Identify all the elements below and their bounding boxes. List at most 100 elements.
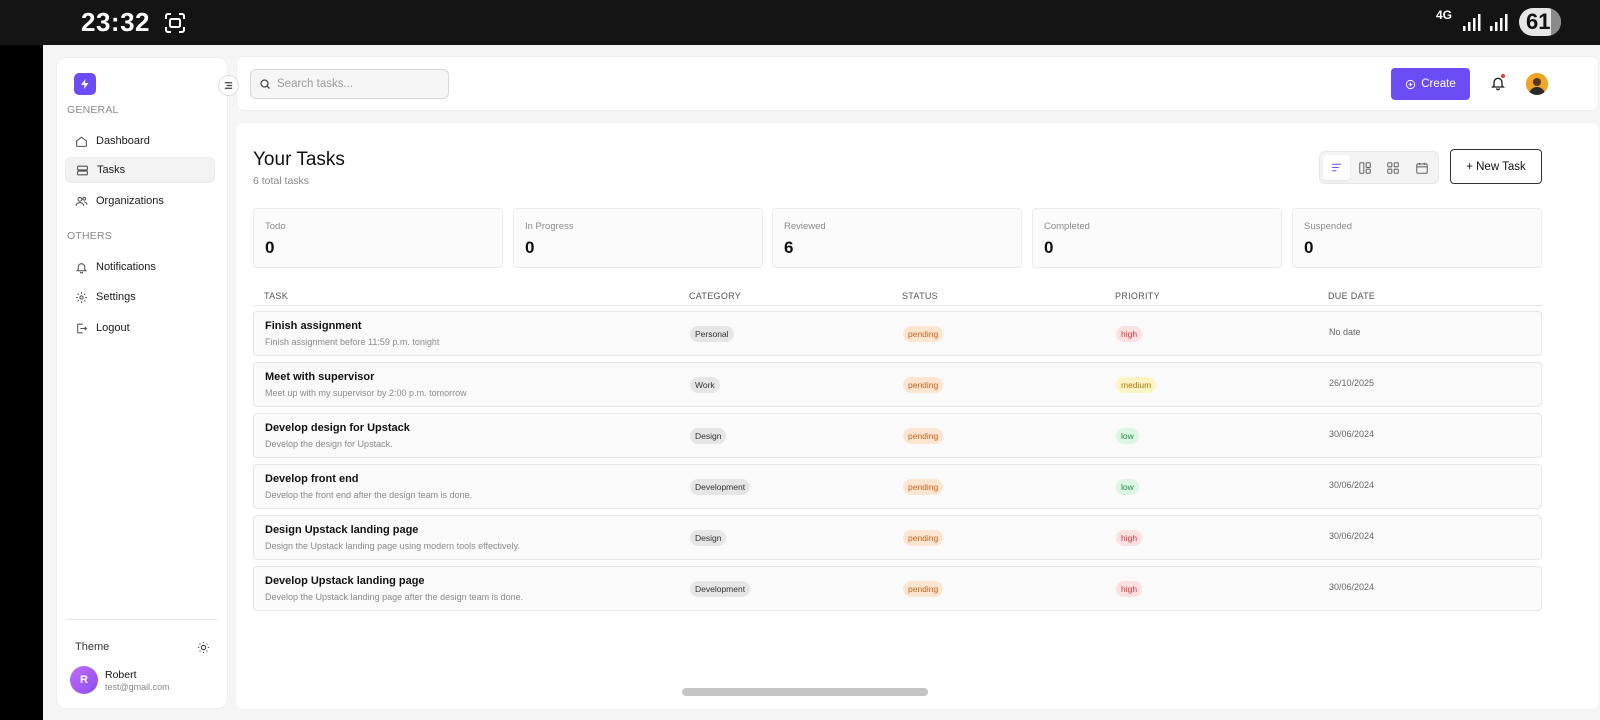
table-row[interactable]: Design Upstack landing page Design the U… xyxy=(253,515,1542,560)
stat-value: 6 xyxy=(784,238,794,257)
column-header-task: TASK xyxy=(264,291,289,301)
main-content: Your Tasks 6 total tasks + New Task Todo… xyxy=(236,123,1599,709)
battery-level: 61 xyxy=(1526,9,1551,34)
due-date: No date xyxy=(1329,327,1361,337)
signal-icon xyxy=(1463,14,1481,31)
new-task-button[interactable]: + New Task xyxy=(1450,149,1542,184)
sun-icon[interactable] xyxy=(197,641,210,654)
stat-card-todo: Todo 0 xyxy=(253,208,503,268)
sidebar-item-logout[interactable]: Logout xyxy=(65,315,215,341)
user-avatar[interactable]: R xyxy=(70,666,98,694)
status-badge: pending xyxy=(903,581,944,597)
sidebar-item-label: Logout xyxy=(96,322,130,334)
status-bar: 23:32 4G 61 xyxy=(0,0,1600,45)
stat-card-completed: Completed 0 xyxy=(1032,208,1282,268)
column-header-due-date: DUE DATE xyxy=(1328,291,1376,301)
app-logo[interactable] xyxy=(74,73,96,95)
priority-badge: low xyxy=(1116,479,1139,495)
sidebar-item-label: Organizations xyxy=(96,195,164,207)
category-badge: Personal xyxy=(690,326,734,342)
task-title: Meet with supervisor xyxy=(265,371,375,383)
list-view-button[interactable] xyxy=(1323,155,1350,180)
theme-label: Theme xyxy=(75,641,110,653)
stat-label: Completed xyxy=(1044,221,1090,232)
stat-value: 0 xyxy=(1044,238,1054,257)
table-row[interactable]: Develop front end Develop the front end … xyxy=(253,464,1542,509)
grid-icon xyxy=(1387,161,1400,174)
task-description: Develop the design for Upstack. xyxy=(265,439,393,449)
task-description: Design the Upstack landing page using mo… xyxy=(265,541,520,551)
stat-card-reviewed: Reviewed 6 xyxy=(772,208,1022,268)
priority-badge: medium xyxy=(1116,377,1157,393)
status-badge: pending xyxy=(903,377,944,393)
bell-icon xyxy=(75,262,88,273)
task-description: Develop the Upstack landing page after t… xyxy=(265,592,524,602)
page-title: Your Tasks xyxy=(253,149,345,170)
logout-icon xyxy=(77,323,88,333)
stat-label: Todo xyxy=(265,221,286,232)
sidebar: GENERAL Dashboard Tasks Organizations OT… xyxy=(56,57,228,709)
top-header: Create xyxy=(236,56,1599,111)
calendar-view-button[interactable] xyxy=(1409,155,1436,180)
stat-card-suspended: Suspended 0 xyxy=(1292,208,1542,268)
due-date: 30/06/2024 xyxy=(1329,480,1375,490)
user-initial: R xyxy=(80,674,88,686)
priority-badge: high xyxy=(1116,581,1143,597)
home-icon xyxy=(76,135,87,147)
priority-badge: high xyxy=(1116,530,1143,546)
calendar-icon xyxy=(1415,162,1428,174)
avatar-image xyxy=(1526,73,1548,95)
sidebar-collapse-button[interactable] xyxy=(218,75,239,96)
task-title: Design Upstack landing page xyxy=(265,524,419,536)
stat-label: Reviewed xyxy=(784,221,826,232)
table-row[interactable]: Develop Upstack landing page Develop the… xyxy=(253,566,1542,611)
column-header-priority: PRIORITY xyxy=(1115,291,1160,301)
sidebar-item-dashboard[interactable]: Dashboard xyxy=(65,128,215,154)
due-date: 30/06/2024 xyxy=(1329,531,1375,541)
search-input[interactable] xyxy=(277,78,437,90)
create-button[interactable]: Create xyxy=(1391,68,1470,100)
task-title: Develop design for Upstack xyxy=(265,422,410,434)
task-count: 6 total tasks xyxy=(253,175,310,187)
app-window: GENERAL Dashboard Tasks Organizations OT… xyxy=(43,45,1600,720)
column-header-status: STATUS xyxy=(902,291,938,301)
tasks-icon xyxy=(77,165,88,175)
task-description: Develop the front end after the design t… xyxy=(265,490,473,500)
column-header-category: CATEGORY xyxy=(689,291,742,301)
task-title: Develop front end xyxy=(265,473,359,485)
board-view-button[interactable] xyxy=(1352,155,1379,180)
table-row[interactable]: Develop design for Upstack Develop the d… xyxy=(253,413,1542,458)
table-row[interactable]: Finish assignment Finish assignment befo… xyxy=(253,311,1542,356)
sidebar-item-tasks[interactable]: Tasks xyxy=(65,157,215,183)
search-icon xyxy=(260,79,270,89)
category-badge: Design xyxy=(690,428,727,444)
status-badge: pending xyxy=(903,479,944,495)
signal-icon xyxy=(1490,14,1508,31)
table-row[interactable]: Meet with supervisor Meet up with my sup… xyxy=(253,362,1542,407)
stat-label: In Progress xyxy=(525,221,574,232)
horizontal-scrollbar[interactable] xyxy=(682,688,928,696)
due-date: 30/06/2024 xyxy=(1329,582,1375,592)
sidebar-item-notifications[interactable]: Notifications xyxy=(65,254,215,280)
section-label-general: GENERAL xyxy=(67,104,119,116)
screenshot-icon xyxy=(165,13,185,33)
sidebar-item-label: Notifications xyxy=(96,261,156,273)
category-badge: Development xyxy=(690,581,751,597)
search-box[interactable] xyxy=(250,69,449,99)
category-badge: Work xyxy=(690,377,720,393)
header-avatar[interactable] xyxy=(1526,73,1548,95)
due-date: 26/10/2025 xyxy=(1329,378,1375,388)
sidebar-item-organizations[interactable]: Organizations xyxy=(65,188,215,214)
task-title: Finish assignment xyxy=(265,320,362,332)
stat-value: 0 xyxy=(265,238,275,257)
status-time: 23:32 xyxy=(81,7,150,37)
gear-icon xyxy=(76,291,87,303)
category-badge: Design xyxy=(690,530,727,546)
grid-view-button[interactable] xyxy=(1380,155,1407,180)
stat-value: 0 xyxy=(1304,238,1314,257)
due-date: 30/06/2024 xyxy=(1329,429,1375,439)
create-button-label: Create xyxy=(1421,78,1456,90)
task-description: Finish assignment before 11:59 p.m. toni… xyxy=(265,337,440,347)
list-view-icon xyxy=(1331,163,1341,172)
sidebar-item-settings[interactable]: Settings xyxy=(65,284,215,310)
